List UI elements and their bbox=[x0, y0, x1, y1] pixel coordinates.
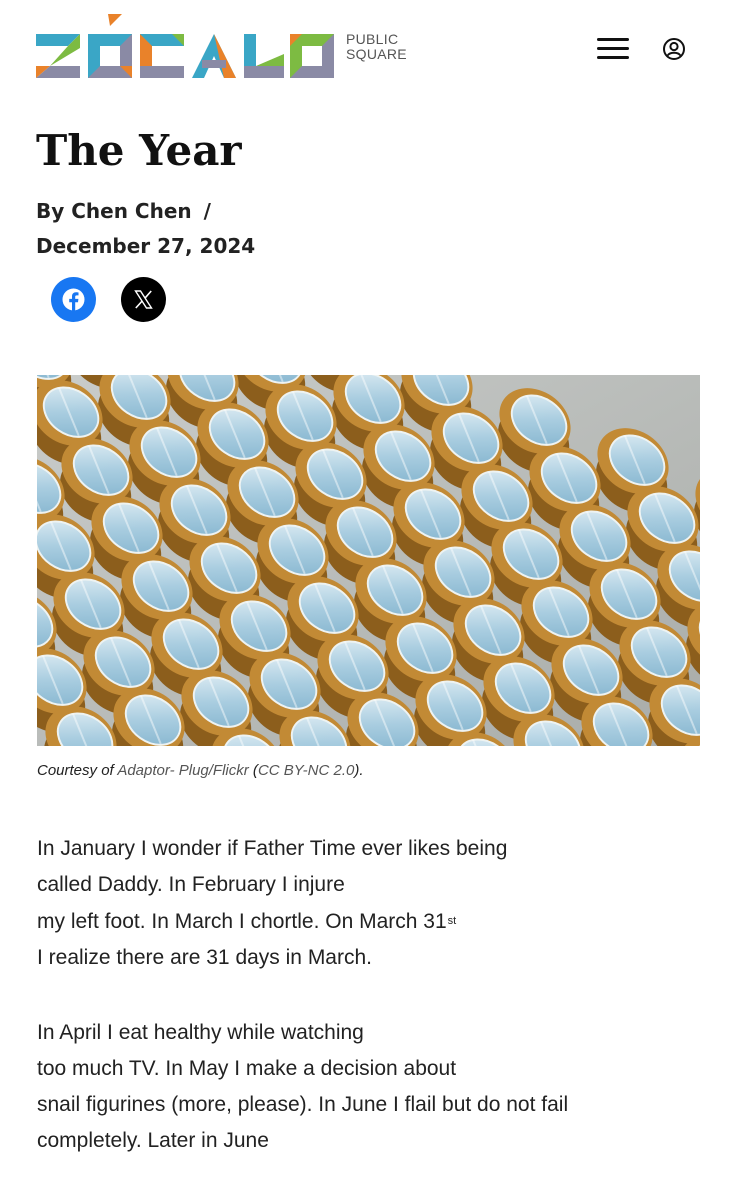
facebook-icon bbox=[62, 288, 85, 311]
poem-stanza-1: In January I wonder if Father Time ever … bbox=[37, 831, 697, 976]
poem-line-text: my left foot. In March I chortle. On Mar… bbox=[37, 910, 447, 933]
caption-prefix: Courtesy of bbox=[37, 762, 118, 779]
site-header: PUBLIC SQUARE bbox=[0, 0, 732, 100]
article-title: The Year bbox=[36, 126, 242, 175]
user-account-icon[interactable] bbox=[662, 37, 686, 61]
caption-license-link[interactable]: CC BY-NC 2.0 bbox=[258, 762, 354, 779]
share-x-button[interactable] bbox=[121, 277, 166, 322]
x-icon bbox=[134, 290, 153, 309]
image-caption: Courtesy of Adaptor- Plug/Flickr (CC BY-… bbox=[37, 762, 364, 779]
poem-line: I realize there are 31 days in March. bbox=[37, 946, 372, 969]
poem-stanza-2: In April I eat healthy while watching to… bbox=[37, 1015, 697, 1159]
poem-line: snail figurines (more, please). In June … bbox=[37, 1093, 569, 1116]
caption-source-link[interactable]: Adaptor- Plug/Flickr bbox=[117, 762, 248, 779]
poem-line: too much TV. In May I make a decision ab… bbox=[37, 1057, 457, 1080]
caption-license-close: ). bbox=[354, 762, 364, 779]
logo-subtitle-line2: SQUARE bbox=[346, 46, 407, 62]
logo-subtitle-line1: PUBLIC bbox=[346, 31, 399, 47]
byline-separator: / bbox=[203, 199, 211, 223]
byline: By Chen Chen / bbox=[36, 198, 211, 224]
publish-date: December 27, 2024 bbox=[36, 234, 256, 258]
author-link[interactable]: By Chen Chen bbox=[36, 199, 192, 223]
zocalo-logo[interactable] bbox=[36, 14, 336, 80]
poem-line: completely. Later in June bbox=[37, 1129, 269, 1152]
caption-license-open: ( bbox=[248, 762, 258, 779]
poem-line: called Daddy. In February I injure bbox=[37, 873, 345, 896]
logo-subtitle: PUBLIC SQUARE bbox=[346, 32, 407, 62]
hamburger-menu-icon[interactable] bbox=[597, 38, 629, 62]
poem-line: In April I eat healthy while watching bbox=[37, 1021, 364, 1044]
hero-image bbox=[37, 375, 700, 746]
poem-line-with-superscript: my left foot. In March I chortle. On Mar… bbox=[37, 903, 697, 940]
poem-line: In January I wonder if Father Time ever … bbox=[37, 837, 508, 860]
ordinal-superscript: st bbox=[447, 915, 457, 927]
share-facebook-button[interactable] bbox=[51, 277, 96, 322]
